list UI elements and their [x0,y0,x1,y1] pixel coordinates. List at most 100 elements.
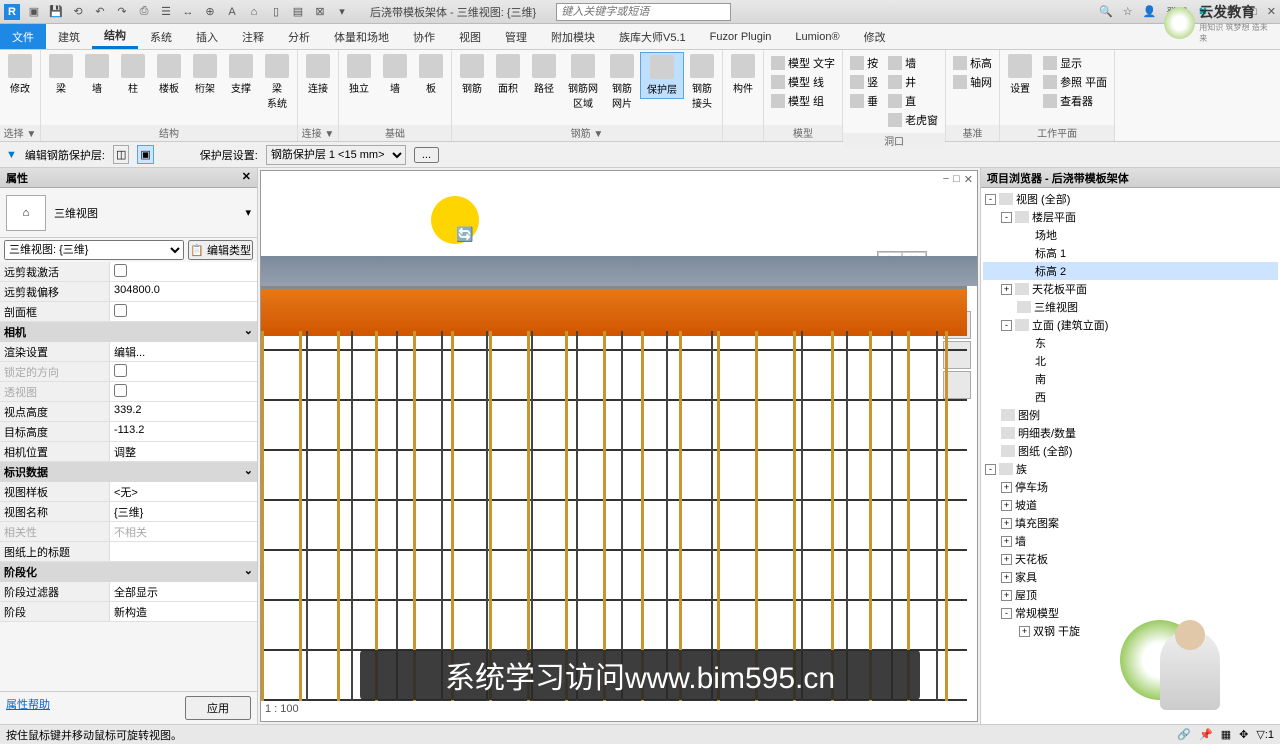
pick-face-icon[interactable]: ◫ [113,145,129,164]
user-icon[interactable]: ☆ [1123,5,1133,18]
prop-row[interactable]: 目标高度-113.2 [0,422,257,442]
prop-row[interactable]: 阶段新构造 [0,602,257,622]
menu-tab-9[interactable]: 视图 [447,24,493,49]
switch-win-icon[interactable]: ▾ [334,4,350,20]
ribbon-small-item[interactable]: 直 [885,92,941,110]
menu-tab-8[interactable]: 协作 [401,24,447,49]
ribbon-tool[interactable]: 面积 [490,52,526,97]
print-icon[interactable]: ⎙ [136,4,152,20]
tree-item[interactable]: 场地 [983,226,1278,244]
ribbon-tool[interactable]: 独立 [341,52,377,97]
ribbon-tool[interactable]: 墙 [377,52,413,97]
tree-item[interactable]: -族 [983,460,1278,478]
ribbon-tool[interactable]: 墙 [79,52,115,97]
ribbon-small-item[interactable]: 查看器 [1040,92,1110,110]
ribbon-small-item[interactable]: 显示 [1040,54,1110,72]
select-underlay-icon[interactable]: ▦ [1221,728,1231,741]
menu-tab-4[interactable]: 插入 [184,24,230,49]
ribbon-tool[interactable]: 桁架 [187,52,223,97]
prop-row[interactable]: 相机位置调整 [0,442,257,462]
tree-item[interactable]: 明细表/数量 [983,424,1278,442]
menu-tab-12[interactable]: 族库大师V5.1 [607,24,698,49]
ribbon-small-item[interactable]: 按 [847,54,881,72]
ribbon-tool[interactable]: 钢筋 接头 [684,52,720,112]
ribbon-tool[interactable]: 钢筋 [454,52,490,97]
ribbon-small-item[interactable]: 模型 文字 [768,54,838,72]
ribbon-tool[interactable]: 连接 [300,52,336,97]
menu-tab-1[interactable]: 建筑 [46,24,92,49]
ribbon-small-item[interactable]: 标高 [950,54,995,72]
tree-item[interactable]: 图例 [983,406,1278,424]
prop-row[interactable]: 视图名称{三维} [0,502,257,522]
prop-section-header[interactable]: 标识数据⌄ [0,462,257,482]
ribbon-tool[interactable]: 路径 [526,52,562,97]
tree-item[interactable]: 东 [983,334,1278,352]
prop-row[interactable]: 视图样板<无> [0,482,257,502]
apply-button[interactable]: 应用 [185,696,251,720]
prop-row[interactable]: 渲染设置编辑... [0,342,257,362]
close-views-icon[interactable]: ⊠ [312,4,328,20]
property-grid[interactable]: 远剪裁激活远剪裁偏移304800.0剖面框相机⌄渲染设置编辑...锁定的方向透视… [0,262,257,691]
viewport-3d[interactable]: − □ ✕ 🔄 左前 1 : 100 [260,170,978,722]
view-min-icon[interactable]: − [943,173,949,186]
3d-icon[interactable]: ⌂ [246,4,262,20]
tree-item[interactable]: 图纸 (全部) [983,442,1278,460]
section-icon[interactable]: ▯ [268,4,284,20]
ribbon-small-item[interactable]: 模型 组 [768,92,838,110]
tree-item[interactable]: +填充图案 [983,514,1278,532]
ribbon-small-item[interactable]: 老虎窗 [885,111,941,129]
scale-display[interactable]: 1 : 100 [265,703,299,715]
prop-row[interactable]: 阶段过滤器全部显示 [0,582,257,602]
tree-item[interactable]: -楼层平面 [983,208,1278,226]
tree-item[interactable]: 南 [983,370,1278,388]
view-close-icon[interactable]: ✕ [964,173,973,186]
prop-row[interactable]: 剖面框 [0,302,257,322]
drag-icon[interactable]: ✥ [1239,728,1248,741]
tree-item[interactable]: +屋顶 [983,586,1278,604]
tree-item[interactable]: 北 [983,352,1278,370]
view-max-icon[interactable]: □ [953,173,960,186]
menu-tab-6[interactable]: 分析 [276,24,322,49]
prop-row[interactable]: 锁定的方向 [0,362,257,382]
ribbon-tool[interactable]: 钢筋网 区域 [562,52,604,112]
ribbon-small-item[interactable]: 模型 线 [768,73,838,91]
tree-item[interactable]: +墙 [983,532,1278,550]
tree-item[interactable]: 标高 1 [983,244,1278,262]
ribbon-small-item[interactable]: 参照 平面 [1040,73,1110,91]
ribbon-tool[interactable]: 支撑 [223,52,259,97]
cover-setting-select[interactable]: 钢筋保护层 1 <15 mm> [266,145,406,165]
tree-item[interactable]: 三维视图 [983,298,1278,316]
prop-row[interactable]: 透视图 [0,382,257,402]
select-pinned-icon[interactable]: 📌 [1199,728,1213,741]
menu-tab-15[interactable]: 修改 [852,24,898,49]
dimension-icon[interactable]: ↔ [180,4,196,20]
tree-item[interactable]: +天花板平面 [983,280,1278,298]
open-icon[interactable]: ▣ [26,4,42,20]
instance-select[interactable]: 三维视图: {三维} [4,240,184,260]
ribbon-tool[interactable]: 设置 [1002,52,1038,97]
person-icon[interactable]: 👤 [1143,5,1157,18]
property-help-link[interactable]: 属性帮助 [6,696,50,720]
ribbon-tool[interactable]: 修改 [2,52,38,97]
ribbon-tool[interactable]: 楼板 [151,52,187,97]
ribbon-small-item[interactable]: 轴网 [950,73,995,91]
save-icon[interactable]: 💾 [48,4,64,20]
ribbon-tool[interactable]: 板 [413,52,449,97]
chevron-down-icon[interactable]: ▾ [245,206,251,219]
tree-item[interactable]: 西 [983,388,1278,406]
menu-tab-14[interactable]: Lumion® [783,24,851,49]
tag-icon[interactable]: ⊕ [202,4,218,20]
edit-type-button[interactable]: 📋 编辑类型 [188,240,253,260]
search-input[interactable] [556,3,731,21]
ribbon-small-item[interactable]: 井 [885,73,941,91]
menu-tab-3[interactable]: 系统 [138,24,184,49]
ribbon-tool[interactable]: 钢筋 网片 [604,52,640,112]
undo-icon[interactable]: ↶ [92,4,108,20]
menu-tab-10[interactable]: 管理 [493,24,539,49]
prop-row[interactable]: 视点高度339.2 [0,402,257,422]
prop-row[interactable]: 远剪裁激活 [0,262,257,282]
ribbon-small-item[interactable]: 墙 [885,54,941,72]
tree-item[interactable]: +家具 [983,568,1278,586]
ribbon-tool[interactable]: 梁 [43,52,79,97]
search-icon[interactable]: 🔍 [1099,5,1113,18]
